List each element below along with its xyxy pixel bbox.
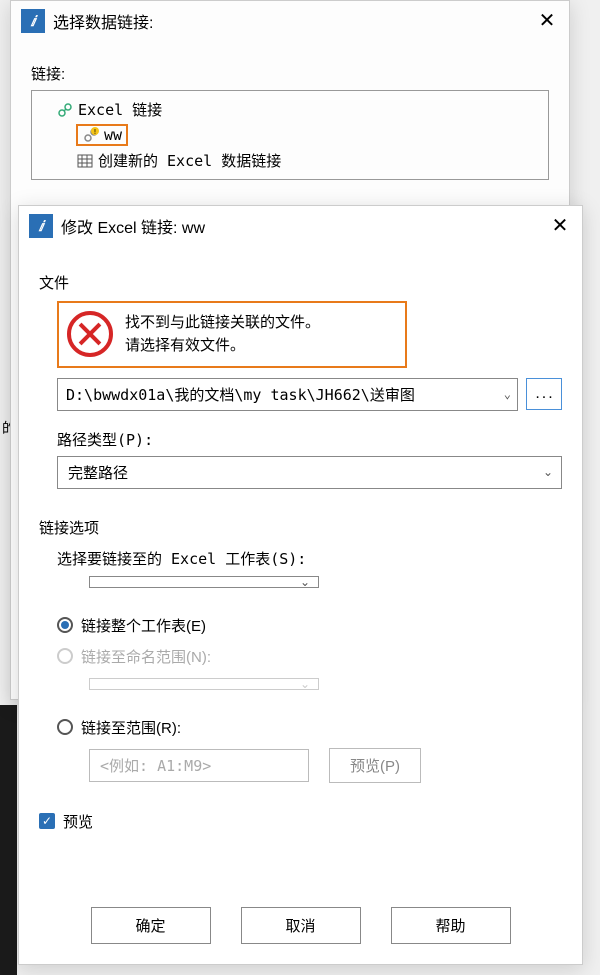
chevron-down-icon[interactable]: ⌄: [504, 387, 511, 401]
error-line1: 找不到与此链接关联的文件。: [125, 311, 320, 334]
ok-button[interactable]: 确定: [91, 907, 211, 944]
dialog-content: 链接: Excel 链接 ! ww 创建新的 E: [11, 41, 569, 200]
dialog-title: 选择数据链接:: [53, 9, 535, 33]
file-section-label: 文件: [39, 272, 562, 293]
dialog-content: 文件 找不到与此链接关联的文件。 请选择有效文件。 D:\bwwdx01a\我的…: [19, 246, 582, 852]
background-strip: [0, 705, 17, 975]
titlebar: ⅈ 选择数据链接: ✕: [11, 1, 569, 41]
file-error-box: 找不到与此链接关联的文件。 请选择有效文件。: [57, 301, 407, 368]
radio-cell-range[interactable]: 链接至范围(R):: [57, 717, 562, 738]
help-button[interactable]: 帮助: [391, 907, 511, 944]
cancel-button[interactable]: 取消: [241, 907, 361, 944]
file-path-row: D:\bwwdx01a\我的文档\my task\JH662\送审图 ⌄ ...: [57, 378, 562, 411]
named-range-select: ⌄: [89, 678, 319, 690]
chevron-down-icon: ⌄: [300, 677, 310, 691]
radio-icon: [57, 617, 73, 633]
table-icon: [76, 153, 94, 169]
link-tree: Excel 链接 ! ww 创建新的 Excel 数据链接: [31, 90, 549, 180]
tree-root-label: Excel 链接: [78, 99, 162, 120]
link-warning-icon: !: [82, 127, 100, 143]
sheet-select-label: 选择要链接至的 Excel 工作表(S):: [57, 548, 562, 569]
preview-checkbox-row[interactable]: ✓ 预览: [39, 811, 562, 832]
tree-item-create-new[interactable]: 创建新的 Excel 数据链接: [36, 148, 544, 173]
chevron-down-icon[interactable]: ⌄: [543, 465, 553, 479]
file-path-input[interactable]: D:\bwwdx01a\我的文档\my task\JH662\送审图 ⌄: [57, 378, 518, 411]
dialog-footer: 确定 取消 帮助: [19, 897, 582, 954]
file-path-value: D:\bwwdx01a\我的文档\my task\JH662\送审图: [66, 386, 415, 404]
tree-root-excel[interactable]: Excel 链接: [36, 97, 544, 122]
error-icon: [67, 311, 113, 357]
path-type-value: 完整路径: [68, 465, 128, 482]
svg-text:!: !: [93, 128, 97, 136]
chevron-down-icon[interactable]: ⌄: [300, 575, 310, 589]
radio-named-range: 链接至命名范围(N):: [57, 646, 562, 667]
titlebar: ⅈ 修改 Excel 链接: ww ✕: [19, 206, 582, 246]
radio-whole-sheet[interactable]: 链接整个工作表(E): [57, 615, 562, 636]
radio-label: 链接整个工作表(E): [81, 615, 206, 636]
path-type-select[interactable]: 完整路径 ⌄: [57, 456, 562, 489]
sheet-select[interactable]: ⌄: [89, 576, 319, 588]
radio-label: 链接至范围(R):: [81, 717, 181, 738]
link-icon: [56, 102, 74, 118]
app-icon: ⅈ: [29, 214, 53, 238]
link-options-label: 链接选项: [39, 517, 562, 538]
radio-icon: [57, 719, 73, 735]
error-line2: 请选择有效文件。: [125, 334, 320, 357]
range-row: <例如: A1:M9> 预览(P): [89, 748, 562, 783]
dialog-title: 修改 Excel 链接: ww: [61, 214, 548, 238]
tree-item-label: 创建新的 Excel 数据链接: [98, 150, 281, 171]
preview-button: 预览(P): [329, 748, 421, 783]
close-icon[interactable]: ✕: [535, 9, 559, 33]
tree-item-ww[interactable]: ! ww: [36, 122, 544, 148]
range-input[interactable]: <例如: A1:M9>: [89, 749, 309, 782]
link-label: 链接:: [31, 63, 549, 84]
tree-item-label: ww: [104, 126, 122, 144]
browse-button[interactable]: ...: [526, 378, 562, 410]
radio-label: 链接至命名范围(N):: [81, 646, 211, 667]
close-icon[interactable]: ✕: [548, 214, 572, 238]
path-type-label: 路径类型(P):: [57, 429, 562, 450]
modify-excel-link-dialog: ⅈ 修改 Excel 链接: ww ✕ 文件 找不到与此链接关联的文件。 请选择…: [18, 205, 583, 965]
app-icon: ⅈ: [21, 9, 45, 33]
checkbox-checked-icon: ✓: [39, 813, 55, 829]
error-text: 找不到与此链接关联的文件。 请选择有效文件。: [125, 311, 320, 358]
preview-checkbox-label: 预览: [63, 811, 93, 832]
radio-icon: [57, 648, 73, 664]
